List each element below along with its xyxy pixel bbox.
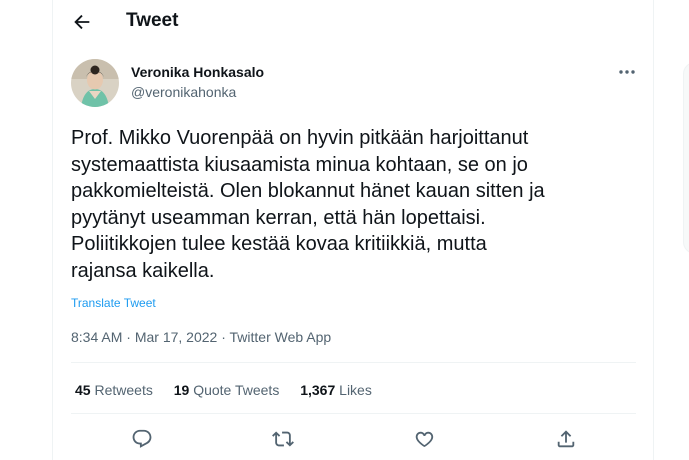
column-right-border — [653, 0, 654, 460]
quote-tweets-stat[interactable]: 19 Quote Tweets — [174, 382, 280, 399]
tweet-text-line: rajansa kaikella. — [71, 259, 215, 282]
reply-icon — [132, 429, 152, 448]
reply-button[interactable] — [131, 428, 155, 452]
translate-tweet-link[interactable]: Translate Tweet — [71, 296, 156, 310]
tweet-time[interactable]: 8:34 AM — [71, 329, 122, 345]
tweet-text-line: systemaattista kiusaamista minua kohtaan… — [71, 153, 528, 176]
avatar[interactable] — [71, 59, 119, 107]
tweet-source[interactable]: Twitter Web App — [230, 329, 332, 345]
page-title: Tweet — [126, 10, 179, 31]
retweet-icon — [272, 431, 294, 447]
profile-photo — [71, 59, 119, 107]
tweet-metadata: 8:34 AM · Mar 17, 2022 · Twitter Web App — [71, 329, 331, 346]
retweets-count: 45 — [75, 382, 91, 398]
tweet-text-line: pyytänyt useamman kerran, että hän lopet… — [71, 206, 486, 229]
tweet-text: Prof. Mikko Vuorenpää on hyvin pitkään h… — [71, 125, 631, 284]
engagement-stats: 45 Retweets 19 Quote Tweets 1,367 Likes — [75, 382, 389, 399]
divider — [71, 413, 636, 414]
likes-count: 1,367 — [300, 382, 336, 398]
share-icon — [557, 430, 575, 448]
author-display-name[interactable]: Veronika Honkasalo — [131, 64, 264, 81]
more-horizontal-icon — [619, 70, 635, 74]
tweet-date[interactable]: Mar 17, 2022 — [135, 329, 218, 345]
quote-tweets-count: 19 — [173, 382, 190, 398]
tweet-text-line: Prof. Mikko Vuorenpää on hyvin pitkään h… — [71, 127, 529, 149]
tweet-text-line: pakkomielteistä. Olen blokannut hänet ka… — [71, 180, 545, 202]
retweet-button[interactable] — [272, 428, 296, 452]
column-left-border — [52, 0, 53, 460]
like-button[interactable] — [413, 428, 437, 452]
tweet-text-line: Poliitikkojen tulee kestää kovaa kritiik… — [71, 233, 487, 255]
meta-separator: · — [217, 329, 230, 345]
sidebar-card-edge — [683, 62, 689, 254]
retweets-label: Retweets — [94, 382, 153, 398]
page-header: Tweet — [53, 0, 653, 44]
back-button[interactable] — [71, 11, 93, 33]
quote-tweets-label: Quote Tweets — [193, 382, 280, 398]
likes-stat[interactable]: 1,367 Likes — [300, 382, 372, 399]
share-button[interactable] — [555, 428, 579, 452]
author-handle[interactable]: @veronikahonka — [131, 84, 236, 101]
arrow-left-icon — [74, 14, 90, 30]
retweets-stat[interactable]: 45 Retweets — [75, 382, 153, 399]
likes-label: Likes — [339, 382, 372, 398]
divider — [71, 362, 636, 363]
more-button[interactable] — [615, 62, 639, 82]
meta-separator: · — [122, 329, 135, 345]
like-icon — [415, 431, 434, 448]
